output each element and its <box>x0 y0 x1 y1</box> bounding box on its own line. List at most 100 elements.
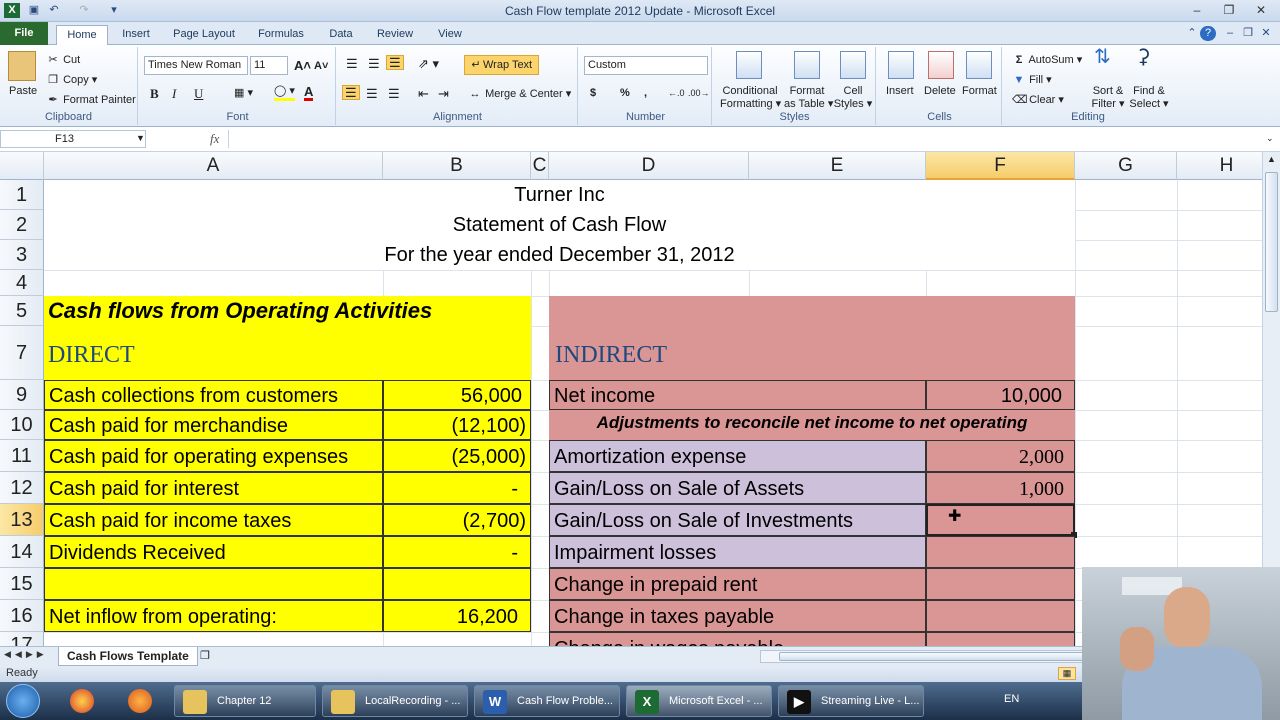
indirect-row-label[interactable]: Change in taxes payable <box>549 600 926 632</box>
taskbar-item-streaming[interactable]: ▶ Streaming Live - L... <box>778 685 924 717</box>
sort-filter-button[interactable]: Sort & Filter ▾ <box>1088 85 1128 111</box>
tab-review[interactable]: Review <box>370 25 420 45</box>
column-header-g[interactable]: G <box>1075 152 1177 180</box>
format-cells-icon[interactable] <box>966 51 992 79</box>
row-header-14[interactable]: 14 <box>0 536 44 568</box>
tab-data[interactable]: Data <box>322 25 360 45</box>
underline-button[interactable]: U <box>194 87 203 100</box>
net-inflow-value[interactable]: 16,200 <box>383 600 531 632</box>
direct-row-label[interactable]: Dividends Received <box>44 536 383 568</box>
direct-row-label[interactable]: Cash paid for operating expenses <box>44 440 383 472</box>
help-icon[interactable]: ? <box>1200 26 1216 41</box>
row-header-16[interactable]: 16 <box>0 600 44 632</box>
row-header-10[interactable]: 10 <box>0 410 44 440</box>
grow-font-icon[interactable]: A˄ <box>294 59 311 72</box>
direct-row-label[interactable]: Cash paid for income taxes <box>44 504 383 536</box>
find-select-button[interactable]: Find & Select ▾ <box>1128 85 1170 111</box>
format-painter-button[interactable]: ✒ Format Painter <box>46 93 135 107</box>
direct-row-value[interactable]: (25,000) <box>383 440 531 472</box>
align-bottom-icon[interactable]: ☰ <box>386 55 404 70</box>
bold-button[interactable]: B <box>150 87 159 100</box>
sheet-tab-cash-flows[interactable]: Cash Flows Template <box>58 647 198 666</box>
orientation-icon[interactable]: ⇗ ▾ <box>418 57 439 70</box>
decrease-indent-icon[interactable]: ⇤ <box>418 87 429 100</box>
direct-heading[interactable]: DIRECT <box>48 342 135 369</box>
doc-minimize-icon[interactable]: – <box>1222 26 1238 41</box>
row-header-12[interactable]: 12 <box>0 472 44 504</box>
insert-sheet-icon[interactable]: ❐ <box>200 649 210 662</box>
doc-restore-icon[interactable]: ❐ <box>1240 26 1256 41</box>
doc-close-icon[interactable]: ✕ <box>1258 26 1274 41</box>
font-color-icon[interactable]: A <box>304 85 314 101</box>
number-format-select[interactable]: Custom <box>584 56 708 75</box>
indirect-heading[interactable]: INDIRECT <box>555 342 667 369</box>
select-all-corner[interactable] <box>0 152 44 180</box>
language-indicator[interactable]: EN <box>1004 693 1019 705</box>
direct-row-label[interactable]: Cash paid for merchandise <box>44 410 383 440</box>
formula-input[interactable] <box>228 130 1262 148</box>
row-header-5[interactable]: 5 <box>0 296 44 326</box>
cell-styles-button[interactable]: Cell Styles ▾ <box>832 85 874 111</box>
delete-cells-button[interactable]: Delete <box>924 85 956 98</box>
net-income-label[interactable]: Net income <box>549 380 926 410</box>
sheet-nav-icon[interactable]: ◀◀▶▶ <box>4 649 48 660</box>
start-button[interactable] <box>6 684 40 718</box>
conditional-formatting-icon[interactable] <box>736 51 762 79</box>
italic-button[interactable]: I <box>172 87 176 100</box>
direct-row-label[interactable] <box>44 568 383 600</box>
column-header-f[interactable]: F <box>926 152 1075 180</box>
indirect-row-value[interactable]: 2,000 <box>926 440 1075 472</box>
indirect-row-label[interactable]: Change in wages payable <box>549 632 926 646</box>
tab-formulas[interactable]: Formulas <box>252 25 310 45</box>
expand-formula-icon[interactable]: ⌄ <box>1266 133 1274 144</box>
direct-row-value[interactable]: - <box>383 472 531 504</box>
tab-page-layout[interactable]: Page Layout <box>168 25 240 45</box>
autosum-button[interactable]: Σ AutoSum ▾ <box>1012 53 1083 67</box>
insert-cells-icon[interactable] <box>888 51 914 79</box>
column-header-c[interactable]: C <box>531 152 549 180</box>
format-cells-button[interactable]: Format <box>962 85 997 98</box>
format-as-table-button[interactable]: Format as Table ▾ <box>784 85 833 111</box>
paste-button[interactable]: Paste <box>9 85 37 98</box>
row-header-3[interactable]: 3 <box>0 240 44 270</box>
delete-cells-icon[interactable] <box>928 51 954 79</box>
paste-icon[interactable] <box>8 51 36 81</box>
increase-decimal-icon[interactable]: ←.0 <box>668 87 685 100</box>
chrome-icon[interactable] <box>70 689 94 713</box>
indirect-row-value[interactable] <box>926 568 1075 600</box>
insert-function-icon[interactable]: fx <box>210 131 219 147</box>
tab-view[interactable]: View <box>432 25 468 45</box>
align-left-icon[interactable]: ☰ <box>342 85 360 100</box>
format-as-table-icon[interactable] <box>794 51 820 79</box>
indirect-row-label[interactable]: Impairment losses <box>549 536 926 568</box>
period-title[interactable]: For the year ended December 31, 2012 <box>44 240 1075 270</box>
column-header-a[interactable]: A <box>44 152 383 180</box>
name-box-dropdown-icon[interactable]: ▼ <box>136 133 145 143</box>
row-header-11[interactable]: 11 <box>0 440 44 472</box>
row-header-4[interactable]: 4 <box>0 270 44 296</box>
taskbar-item-localrecording[interactable]: LocalRecording - ... <box>322 685 468 717</box>
restore-icon[interactable]: ❐ <box>1218 2 1240 19</box>
font-size-select[interactable]: 11 <box>250 56 288 75</box>
direct-row-label[interactable]: Cash paid for interest <box>44 472 383 504</box>
merge-center-button[interactable]: ↔ Merge & Center ▾ <box>468 87 572 101</box>
close-icon[interactable]: ✕ <box>1250 2 1272 19</box>
fill-color-icon[interactable]: ◯ ▾ <box>274 85 295 101</box>
taskbar-item-chapter12[interactable]: Chapter 12 <box>174 685 316 717</box>
column-header-d[interactable]: D <box>549 152 749 180</box>
direct-row-value[interactable]: 56,000 <box>383 380 531 410</box>
indirect-row-value[interactable] <box>926 600 1075 632</box>
taskbar-item-word[interactable]: W Cash Flow Proble... <box>474 685 620 717</box>
row-header-15[interactable]: 15 <box>0 568 44 600</box>
indirect-row-label[interactable]: Gain/Loss on Sale of Assets <box>549 472 926 504</box>
row-header-17[interactable]: 17 <box>0 632 44 646</box>
operating-activities-header[interactable]: Cash flows from Operating Activities <box>48 298 432 324</box>
column-header-e[interactable]: E <box>749 152 926 180</box>
tab-insert[interactable]: Insert <box>114 25 158 45</box>
direct-row-label[interactable]: Cash collections from customers <box>44 380 383 410</box>
cell-styles-icon[interactable] <box>840 51 866 79</box>
ribbon-minimize-icon[interactable]: ⌃ <box>1184 26 1200 41</box>
insert-cells-button[interactable]: Insert <box>886 85 914 98</box>
align-middle-icon[interactable]: ☰ <box>368 57 380 70</box>
indirect-row-value[interactable]: 1,000 <box>926 472 1075 504</box>
